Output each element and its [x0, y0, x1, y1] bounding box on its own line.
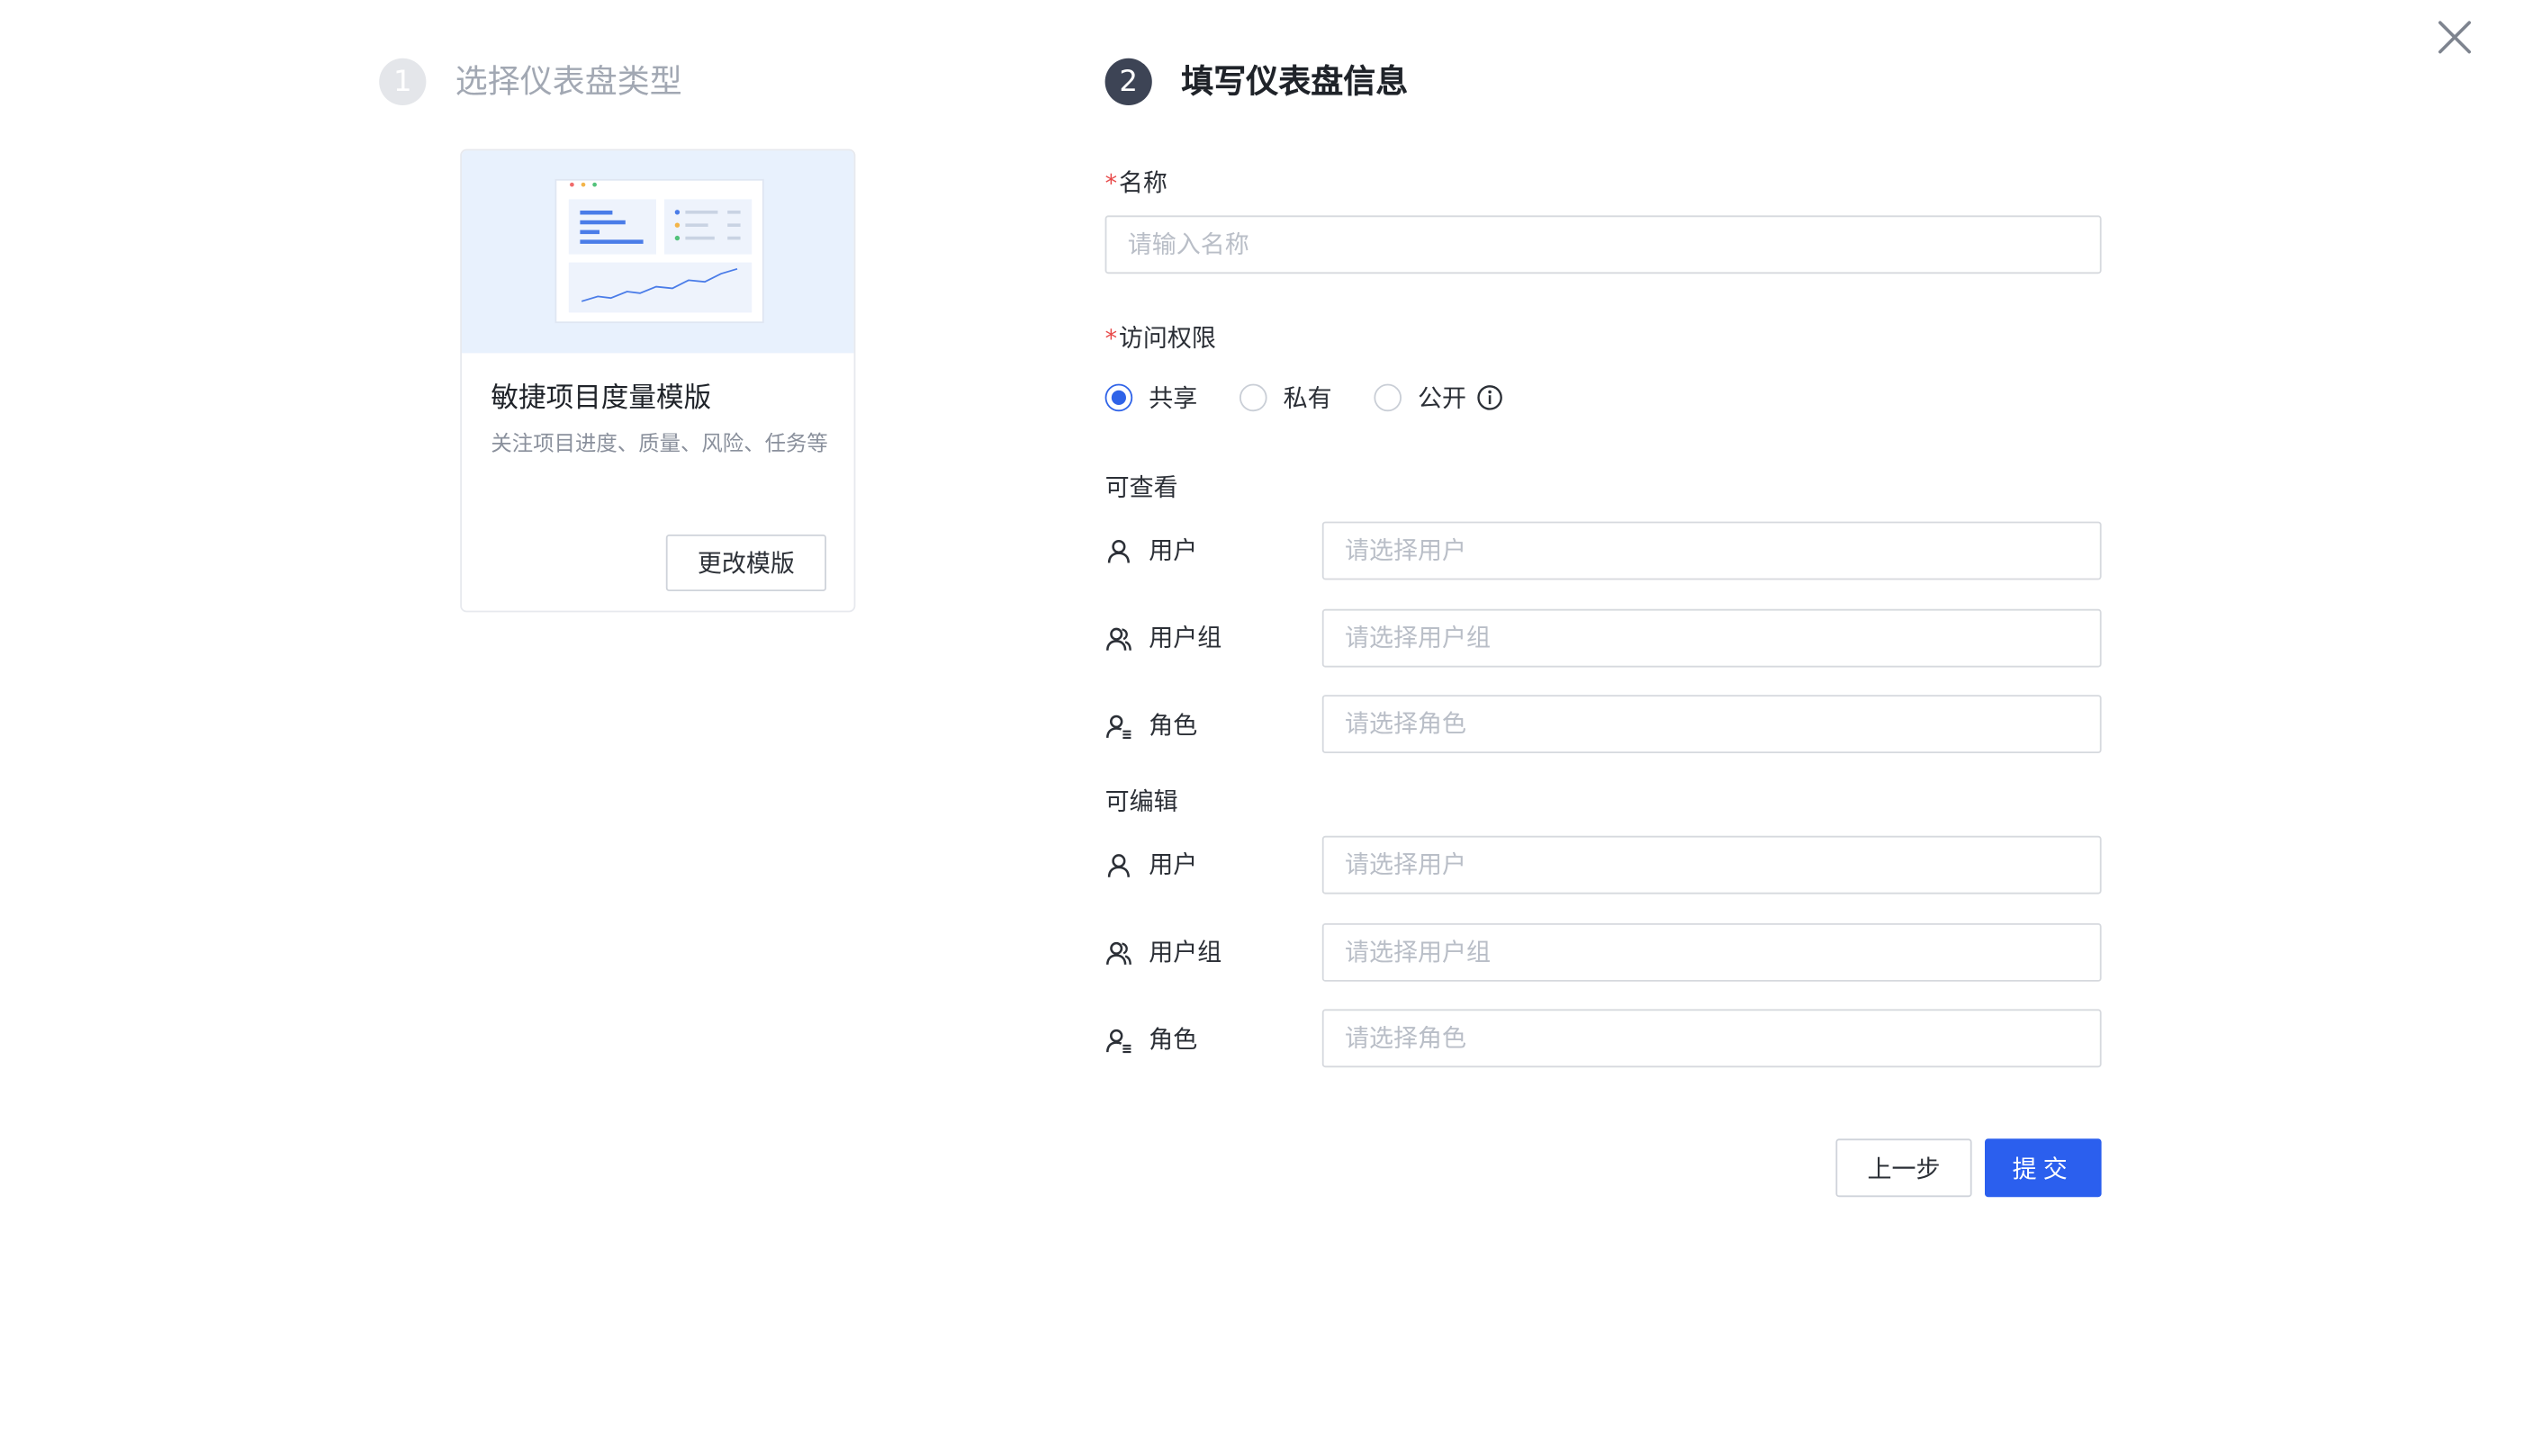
required-mark: * — [1104, 324, 1118, 354]
template-preview — [462, 150, 854, 354]
edit-user-label: 用户 — [1149, 850, 1198, 880]
radio-shared-label: 共享 — [1149, 383, 1198, 413]
view-role-row: 角色 — [1105, 709, 1198, 741]
dashboard-preview-illustration — [554, 178, 764, 324]
name-input[interactable] — [1104, 215, 2102, 274]
edit-role-row: 角色 — [1105, 1024, 1198, 1056]
view-group-select[interactable] — [1321, 608, 2102, 668]
radio-private-circle[interactable] — [1239, 383, 1267, 412]
step-2-title: 填写仪表盘信息 — [1181, 61, 1409, 101]
user-icon — [1107, 539, 1130, 562]
role-icon — [1106, 1028, 1131, 1053]
view-user-select[interactable] — [1321, 521, 2102, 580]
user-group-icon — [1106, 940, 1131, 965]
radio-shared[interactable]: 共享 — [1104, 381, 1198, 415]
view-section-title: 可查看 — [1104, 472, 1178, 502]
close-button[interactable] — [2432, 14, 2477, 59]
view-group-label: 用户组 — [1149, 624, 1222, 653]
prev-step-button[interactable]: 上一步 — [1835, 1138, 1972, 1198]
user-icon — [1107, 853, 1130, 876]
view-group-row: 用户组 — [1105, 622, 1222, 654]
step-2-number: 2 — [1104, 58, 1152, 105]
template-description: 关注项目进度、质量、风险、任务等 — [491, 432, 828, 457]
radio-public-label: 公开 — [1418, 383, 1467, 413]
edit-section-title: 可编辑 — [1104, 786, 1178, 817]
name-label-text: 名称 — [1118, 168, 1167, 198]
step-1-number: 1 — [379, 58, 427, 105]
edit-group-row: 用户组 — [1105, 936, 1222, 968]
radio-public[interactable]: 公开 — [1374, 381, 1503, 415]
edit-group-select[interactable] — [1321, 923, 2102, 982]
view-role-select[interactable] — [1321, 695, 2102, 753]
user-group-icon — [1106, 626, 1131, 650]
radio-public-circle[interactable] — [1374, 383, 1402, 412]
template-title: 敏捷项目度量模版 — [491, 382, 712, 415]
edit-user-row: 用户 — [1105, 849, 1198, 881]
info-icon[interactable] — [1476, 384, 1504, 412]
edit-role-label: 角色 — [1149, 1025, 1198, 1055]
view-role-label: 角色 — [1149, 711, 1198, 741]
name-label: * 名称 — [1105, 166, 1167, 199]
change-template-button[interactable]: 更改模版 — [665, 535, 826, 591]
edit-user-select[interactable] — [1321, 835, 2102, 894]
edit-group-label: 用户组 — [1149, 938, 1222, 967]
radio-private[interactable]: 私有 — [1239, 381, 1332, 415]
required-mark: * — [1104, 168, 1118, 198]
step-1-title: 选择仪表盘类型 — [455, 61, 682, 101]
access-label: * 访问权限 — [1105, 322, 1216, 355]
template-card: 敏捷项目度量模版 关注项目进度、质量、风险、任务等 更改模版 — [460, 148, 856, 613]
access-radio-group: 共享 私有 公开 — [1104, 381, 1504, 415]
submit-button[interactable]: 提交 — [1985, 1138, 2102, 1198]
access-label-text: 访问权限 — [1118, 324, 1216, 354]
close-icon — [2438, 21, 2472, 54]
radio-private-label: 私有 — [1283, 383, 1332, 413]
view-user-label: 用户 — [1149, 535, 1198, 566]
view-user-row: 用户 — [1105, 535, 1198, 567]
radio-shared-circle[interactable] — [1104, 383, 1133, 412]
role-icon — [1106, 714, 1131, 739]
edit-role-select[interactable] — [1321, 1009, 2102, 1068]
